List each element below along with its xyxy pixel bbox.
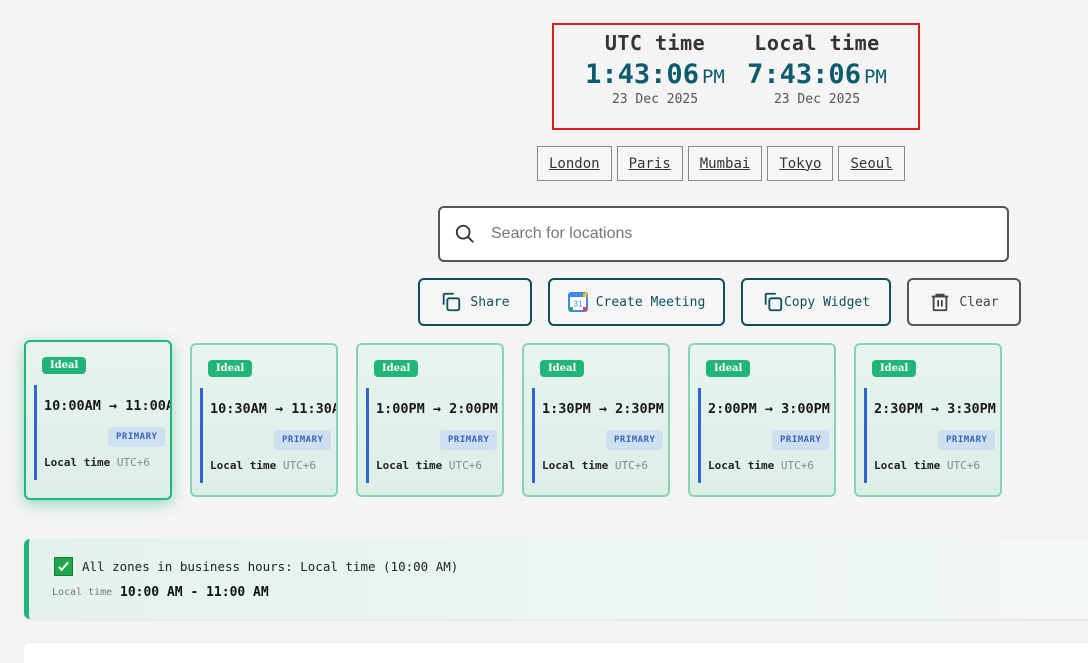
copy-icon (764, 292, 783, 312)
business-hours-status: All zones in business hours: Local time … (24, 539, 1088, 619)
search-input[interactable] (489, 224, 973, 244)
create-meeting-button[interactable]: 31 Create Meeting (548, 278, 725, 326)
slot-stripe (366, 388, 369, 483)
slot-zone: Local time UTC+6 (44, 456, 150, 469)
ideal-badge: Ideal (374, 360, 419, 377)
local-clock-title: Local time (754, 31, 880, 55)
primary-tag: PRIMARY (274, 430, 332, 450)
slot-range: 10:30AM → 11:30AM (210, 401, 338, 417)
ideal-badge: Ideal (706, 360, 751, 377)
slot-range: 1:00PM → 2:00PM (376, 401, 498, 417)
primary-tag: PRIMARY (440, 430, 498, 450)
local-clock-date: 23 Dec 2025 (773, 92, 861, 107)
slot-range: 2:00PM → 3:00PM (708, 401, 830, 417)
utc-clock-date: 23 Dec 2025 (611, 92, 699, 107)
clear-button[interactable]: Clear (907, 278, 1021, 326)
status-zone-label: Local time (52, 587, 113, 598)
google-calendar-icon: 31 (567, 292, 588, 312)
ideal-badge: Ideal (42, 357, 87, 374)
copy-widget-button[interactable]: Copy Widget (741, 278, 891, 326)
clock-header: UTC time 1:43:06 PM 23 Dec 2025 Local tim… (552, 23, 920, 130)
trash-icon (932, 293, 949, 312)
city-chip-tokyo[interactable]: Tokyo (767, 146, 834, 181)
local-clock-time: 7:43:06 PM (747, 59, 887, 90)
status-message: All zones in business hours: Local time … (82, 559, 459, 574)
ideal-badge: Ideal (540, 360, 585, 377)
city-chip-paris[interactable]: Paris (616, 146, 683, 181)
slot-zone: Local time UTC+6 (210, 459, 316, 472)
slot-card[interactable]: Ideal 10:00AM → 11:00AM PRIMARY Local ti… (24, 340, 172, 500)
share-button[interactable]: Share (418, 278, 532, 326)
primary-tag: PRIMARY (108, 427, 166, 447)
svg-text:31: 31 (573, 300, 582, 309)
slot-card[interactable]: Ideal 10:30AM → 11:30AM PRIMARY Local ti… (190, 343, 338, 497)
city-chip-seoul[interactable]: Seoul (838, 146, 905, 181)
utc-clock-title: UTC time (604, 31, 706, 55)
local-clock: Local time 7:43:06 PM 23 Dec 2025 (732, 31, 902, 107)
slot-range: 10:00AM → 11:00AM (44, 398, 172, 414)
copy-icon (443, 292, 461, 312)
ideal-badge: Ideal (208, 360, 253, 377)
slot-card[interactable]: Ideal 2:30PM → 3:30PM PRIMARY Local time… (854, 343, 1002, 497)
city-chips: London Paris Mumbai Tokyo Seoul (537, 146, 905, 181)
slot-card[interactable]: Ideal 1:00PM → 2:00PM PRIMARY Local time… (356, 343, 504, 497)
slot-range: 1:30PM → 2:30PM (542, 401, 664, 417)
primary-tag: PRIMARY (772, 430, 830, 450)
utc-clock: UTC time 1:43:06 PM 23 Dec 2025 (570, 31, 740, 107)
slot-zone: Local time UTC+6 (708, 459, 814, 472)
primary-tag: PRIMARY (938, 430, 996, 450)
slot-stripe (698, 388, 701, 483)
search-icon (455, 224, 474, 243)
status-time-range: 10:00 AM - 11:00 AM (120, 585, 269, 600)
utc-clock-time: 1:43:06 PM (585, 59, 725, 90)
city-chip-mumbai[interactable]: Mumbai (687, 146, 763, 181)
slot-zone: Local time UTC+6 (542, 459, 648, 472)
slot-stripe (200, 388, 203, 483)
slot-zone: Local time UTC+6 (874, 459, 980, 472)
slot-stripe (34, 385, 37, 480)
bottom-panel (24, 643, 1088, 663)
city-chip-london[interactable]: London (537, 146, 612, 181)
check-icon (54, 557, 73, 576)
location-search[interactable] (438, 206, 1009, 262)
primary-tag: PRIMARY (606, 430, 664, 450)
slot-stripe (864, 388, 867, 483)
slot-zone: Local time UTC+6 (376, 459, 482, 472)
slot-card[interactable]: Ideal 1:30PM → 2:30PM PRIMARY Local time… (522, 343, 670, 497)
slot-stripe (532, 388, 535, 483)
ideal-badge: Ideal (872, 360, 917, 377)
slot-card[interactable]: Ideal 2:00PM → 3:00PM PRIMARY Local time… (688, 343, 836, 497)
slot-range: 2:30PM → 3:30PM (874, 401, 996, 417)
